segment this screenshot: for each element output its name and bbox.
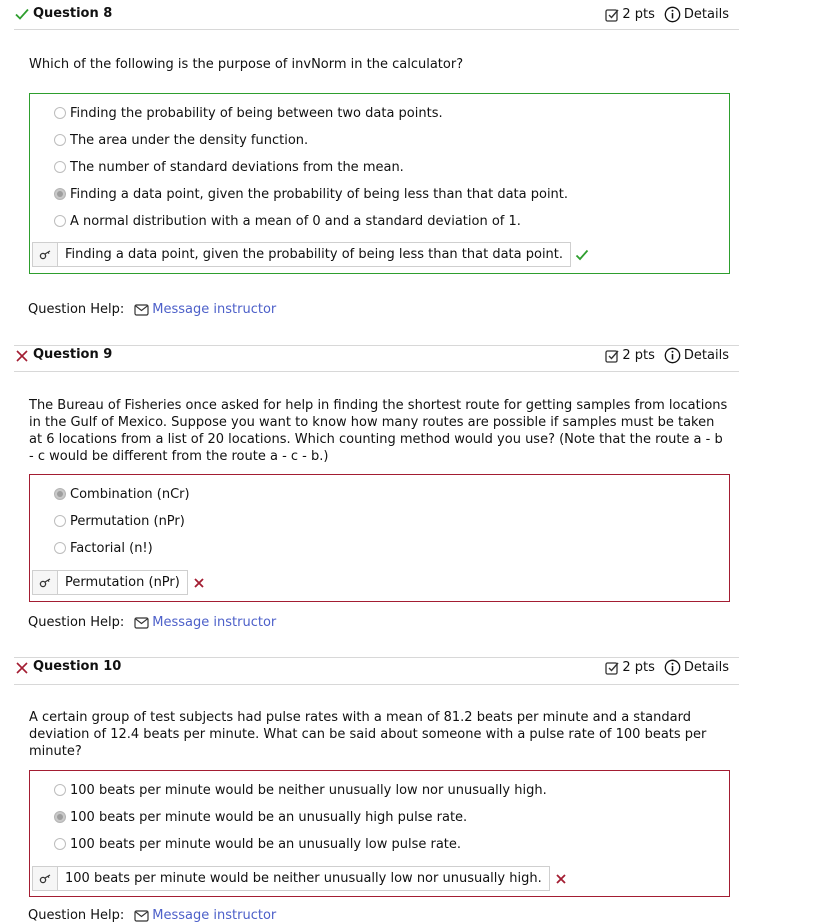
radio-button-selected[interactable]: [54, 811, 66, 823]
option[interactable]: Finding a data point, given the probabil…: [54, 186, 568, 202]
details-link[interactable]: Details: [684, 660, 729, 675]
mail-icon: [134, 303, 149, 316]
mail-icon: [134, 909, 149, 922]
incorrect-x-icon: [194, 577, 204, 588]
correct-check-icon: [575, 249, 589, 260]
option[interactable]: 100 beats per minute would be neither un…: [54, 782, 547, 798]
key-icon: [32, 242, 57, 267]
radio-button[interactable]: [54, 161, 66, 173]
help-label: Question Help:: [28, 302, 125, 317]
points-label: 2 pts: [622, 660, 655, 675]
info-icon[interactable]: [664, 659, 681, 676]
option[interactable]: The area under the density function.: [54, 132, 308, 148]
option[interactable]: Finding the probability of being between…: [54, 105, 443, 121]
radio-button[interactable]: [54, 215, 66, 227]
radio-button-selected[interactable]: [54, 188, 66, 200]
question-help: Question Help: Message instructor: [28, 615, 276, 630]
option[interactable]: Permutation (nPr): [54, 513, 185, 529]
radio-button[interactable]: [54, 542, 66, 554]
option[interactable]: The number of standard deviations from t…: [54, 159, 404, 175]
info-icon[interactable]: [664, 6, 681, 23]
option[interactable]: 100 beats per minute would be an unusual…: [54, 836, 461, 852]
answer-box: Combination (nCr) Permutation (nPr) Fact…: [29, 474, 730, 602]
answer-field: Permutation (nPr): [57, 570, 188, 595]
answer-field: 100 beats per minute would be neither un…: [57, 866, 550, 891]
incorrect-x-icon: [556, 873, 566, 884]
question-title: Question 9: [33, 347, 113, 362]
submitted-answer: Finding a data point, given the probabil…: [32, 242, 589, 267]
help-label: Question Help:: [28, 615, 125, 630]
option[interactable]: A normal distribution with a mean of 0 a…: [54, 213, 521, 229]
option[interactable]: Factorial (n!): [54, 540, 153, 556]
radio-button[interactable]: [54, 838, 66, 850]
message-instructor-link[interactable]: Message instructor: [152, 302, 276, 317]
checkbox-points-icon: [605, 8, 619, 22]
question-title: Question 10: [33, 659, 122, 674]
radio-button[interactable]: [54, 515, 66, 527]
answer-field: Finding a data point, given the probabil…: [57, 242, 572, 267]
submitted-answer: Permutation (nPr): [32, 570, 206, 595]
details-link[interactable]: Details: [684, 348, 729, 363]
question-help: Question Help: Message instructor: [28, 302, 276, 317]
option[interactable]: 100 beats per minute would be an unusual…: [54, 809, 467, 825]
question-text: Which of the following is the purpose of…: [29, 57, 464, 72]
key-icon: [32, 570, 57, 595]
question-9-header: Question 9 2 pts Details: [14, 345, 739, 372]
question-text: A certain group of test subjects had pul…: [29, 710, 707, 759]
key-icon: [32, 866, 57, 891]
option[interactable]: Combination (nCr): [54, 486, 190, 502]
x-icon: [16, 350, 28, 362]
radio-button[interactable]: [54, 134, 66, 146]
x-icon: [16, 662, 28, 674]
question-title: Question 8: [33, 6, 113, 21]
submitted-answer: 100 beats per minute would be neither un…: [32, 866, 568, 891]
answer-box: Finding the probability of being between…: [29, 93, 730, 274]
points-label: 2 pts: [622, 348, 655, 363]
check-icon: [15, 8, 29, 20]
radio-button[interactable]: [54, 784, 66, 796]
question-8-header: Question 8 2 pts Details: [14, 5, 739, 30]
points-label: 2 pts: [622, 7, 655, 22]
message-instructor-link[interactable]: Message instructor: [152, 615, 276, 630]
details-link[interactable]: Details: [684, 7, 729, 22]
mail-icon: [134, 616, 149, 629]
radio-button[interactable]: [54, 107, 66, 119]
checkbox-points-icon: [605, 661, 619, 675]
checkbox-points-icon: [605, 349, 619, 363]
answer-box: 100 beats per minute would be neither un…: [29, 770, 730, 897]
info-icon[interactable]: [664, 347, 681, 364]
question-text: The Bureau of Fisheries once asked for h…: [29, 398, 728, 464]
radio-button-selected[interactable]: [54, 488, 66, 500]
question-10-header: Question 10 2 pts Details: [14, 657, 739, 685]
